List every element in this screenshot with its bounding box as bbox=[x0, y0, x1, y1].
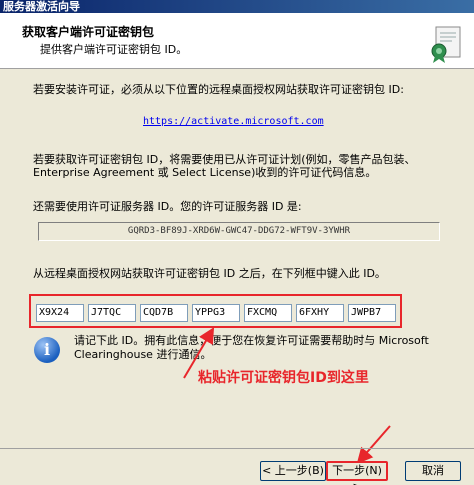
server-id-label: 还需要使用许可证服务器 ID。您的许可证服务器 ID 是: bbox=[33, 200, 302, 213]
key-pack-field-5[interactable]: FXCMQ bbox=[244, 304, 292, 322]
next-button[interactable]: 下一步(N) > bbox=[326, 461, 388, 485]
info-text-line-2: Clearinghouse 进行通信。 bbox=[74, 348, 212, 361]
certificate-icon bbox=[431, 26, 461, 63]
info-icon: i bbox=[34, 337, 60, 363]
info-text: 请记下此 ID。拥有此信息，便于您在恢复许可证需要帮助时与 Microsoft … bbox=[74, 334, 444, 362]
wizard-body: 若要安装许可证，必须从以下位置的远程桌面授权网站获取许可证密钥包 ID: htt… bbox=[0, 70, 474, 448]
key-pack-field-3[interactable]: CQD7B bbox=[140, 304, 188, 322]
key-pack-label: 从远程桌面授权网站获取许可证密钥包 ID 之后，在下列框中键入此 ID。 bbox=[33, 267, 386, 280]
window-title: 服务器激活向导 bbox=[0, 0, 474, 13]
key-pack-field-1[interactable]: X9X24 bbox=[36, 304, 84, 322]
cancel-button[interactable]: 取消 bbox=[405, 461, 461, 481]
instruction-text-2b: Enterprise Agreement 或 Select License)收到… bbox=[33, 166, 377, 179]
instruction-text-2a: 若要获取许可证密钥包 ID，将需要使用已从许可证计划(例如，零售产品包装、 bbox=[33, 153, 416, 166]
instruction-text-1: 若要安装许可证，必须从以下位置的远程桌面授权网站获取许可证密钥包 ID: bbox=[33, 83, 404, 96]
key-pack-field-4[interactable]: YPPG3 bbox=[192, 304, 240, 322]
info-text-line-1: 请记下此 ID。拥有此信息，便于您在恢复许可证需要帮助时与 Microsoft bbox=[74, 334, 429, 347]
key-pack-field-6[interactable]: 6FXHY bbox=[296, 304, 344, 322]
server-id-field: GQRD3-BF89J-XRD6W-GWC47-DDG72-WFT9V-3YWH… bbox=[38, 222, 440, 241]
wizard-footer: < 上一步(B) 下一步(N) > 取消 bbox=[0, 448, 474, 485]
back-button[interactable]: < 上一步(B) bbox=[260, 461, 326, 481]
header-title: 获取客户端许可证密钥包 bbox=[22, 25, 155, 39]
annotation-text: 粘贴许可证密钥包ID到这里 bbox=[198, 370, 369, 386]
key-pack-field-7[interactable]: JWPB7 bbox=[348, 304, 396, 322]
header-subtitle: 提供客户端许可证密钥包 ID。 bbox=[40, 43, 188, 56]
activation-link[interactable]: https://activate.microsoft.com bbox=[143, 116, 324, 127]
wizard-header: 获取客户端许可证密钥包 提供客户端许可证密钥包 ID。 bbox=[0, 13, 474, 69]
key-pack-field-2[interactable]: J7TQC bbox=[88, 304, 136, 322]
